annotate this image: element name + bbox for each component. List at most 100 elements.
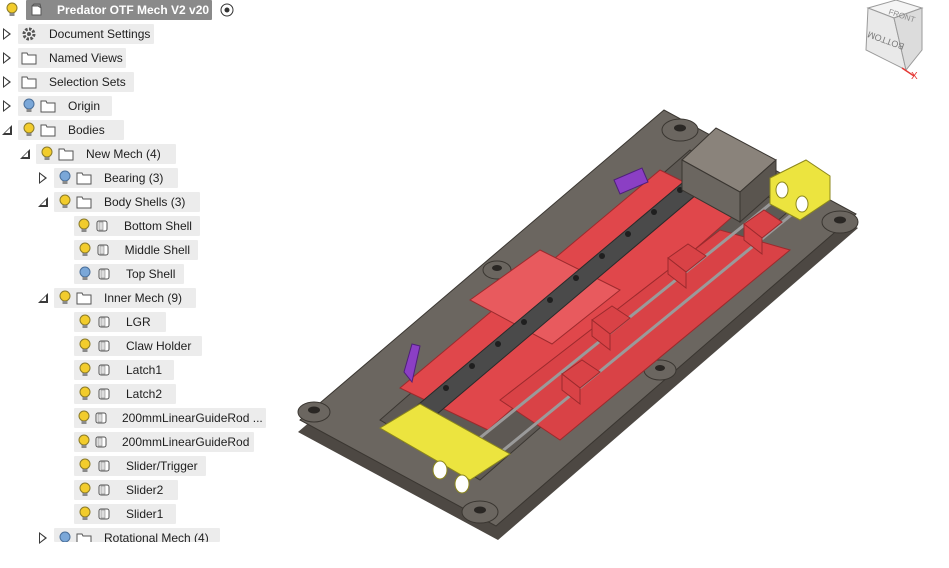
lightbulb-icon[interactable] — [77, 482, 93, 498]
tree-label: Middle Shell — [124, 243, 190, 257]
body-icon — [94, 434, 108, 450]
tree-item-slider2[interactable]: Slider2 — [74, 480, 178, 500]
tree-label: Body Shells (3) — [104, 195, 186, 209]
tree-label: Top Shell — [126, 267, 176, 281]
body-icon — [96, 266, 112, 282]
tree-item-origin[interactable]: Origin — [18, 96, 112, 116]
lightbulb-icon[interactable] — [4, 2, 20, 18]
lightbulb-icon[interactable] — [57, 290, 73, 306]
body-icon — [96, 482, 112, 498]
lightbulb-icon[interactable] — [77, 458, 93, 474]
tree-label: Bodies — [68, 123, 105, 137]
mech-model-render[interactable] — [270, 0, 949, 565]
tree-label: Selection Sets — [49, 75, 126, 89]
lightbulb-icon[interactable] — [21, 122, 37, 138]
document-title: Predator OTF Mech V2 v20 — [57, 3, 210, 17]
folder-icon — [76, 290, 92, 306]
tree-label: Latch1 — [126, 363, 163, 377]
lightbulb-icon[interactable] — [77, 314, 93, 330]
tree-label: 200mmLinearGuideRod ... — [122, 411, 263, 425]
tree-item-bottom-shell[interactable]: Bottom Shell — [74, 216, 200, 236]
folder-icon — [40, 122, 56, 138]
body-icon — [94, 410, 108, 426]
tree-label: Bottom Shell — [123, 219, 192, 233]
tree-item-document-settings[interactable]: Document Settings — [18, 24, 154, 44]
tree-item-slider-trigger[interactable]: Slider/Trigger — [74, 456, 206, 476]
tree-item-named-views[interactable]: Named Views — [18, 48, 126, 68]
document-icon — [29, 2, 43, 18]
tree-label: Slider2 — [126, 483, 164, 497]
expand-arrow[interactable] — [0, 24, 14, 44]
body-icon — [95, 242, 110, 258]
tree-item-bodies[interactable]: Bodies — [18, 120, 124, 140]
tree-item-latch2[interactable]: Latch2 — [74, 384, 176, 404]
body-icon — [96, 362, 112, 378]
tree-item-guide-rod-1[interactable]: 200mmLinearGuideRod ... — [74, 408, 266, 428]
body-icon — [96, 506, 112, 522]
folder-icon — [40, 98, 56, 114]
collapse-arrow[interactable] — [18, 144, 32, 164]
tree-item-inner-mech[interactable]: Inner Mech (9) — [54, 288, 196, 308]
collapse-arrow[interactable] — [0, 120, 14, 140]
collapse-arrow[interactable] — [36, 192, 50, 212]
tree-label: New Mech (4) — [86, 147, 161, 161]
tree-item-latch1[interactable]: Latch1 — [74, 360, 174, 380]
tree-item-slider1[interactable]: Slider1 — [74, 504, 176, 524]
lightbulb-icon[interactable] — [77, 386, 93, 402]
lightbulb-icon[interactable] — [77, 242, 92, 258]
lightbulb-icon[interactable] — [57, 194, 73, 210]
body-icon — [96, 314, 112, 330]
lightbulb-off-icon[interactable] — [21, 98, 37, 114]
tree-item-guide-rod-2[interactable]: 200mmLinearGuideRod — [74, 432, 254, 452]
body-icon — [95, 218, 110, 234]
tree-row-document[interactable] — [4, 0, 20, 20]
tree-item-rotational-mech[interactable]: Rotational Mech (4) — [54, 528, 220, 542]
lightbulb-off-icon[interactable] — [77, 266, 93, 282]
tree-label: Inner Mech (9) — [104, 291, 183, 305]
tree-item-lgr[interactable]: LGR — [74, 312, 166, 332]
x-axis-label: X — [911, 71, 918, 80]
tree-item-bearing[interactable]: Bearing (3) — [54, 168, 178, 188]
view-cube[interactable]: FRONT BOTTOM X — [858, 0, 928, 82]
body-icon — [96, 338, 112, 354]
tree-item-claw-holder[interactable]: Claw Holder — [74, 336, 202, 356]
lightbulb-icon[interactable] — [77, 434, 91, 450]
tree-item-new-mech[interactable]: New Mech (4) — [36, 144, 176, 164]
folder-icon — [76, 531, 92, 542]
folder-icon — [58, 146, 74, 162]
model-viewport[interactable] — [270, 0, 949, 565]
tree-label: Claw Holder — [126, 339, 192, 353]
lightbulb-icon[interactable] — [39, 146, 55, 162]
lightbulb-off-icon[interactable] — [57, 170, 73, 186]
expand-arrow[interactable] — [0, 48, 14, 68]
folder-icon — [76, 194, 92, 210]
tree-label: Origin — [68, 99, 101, 113]
lightbulb-icon[interactable] — [77, 410, 91, 426]
expand-arrow[interactable] — [36, 528, 50, 548]
tree-label: 200mmLinearGuideRod — [122, 435, 250, 449]
document-title-pill[interactable]: Predator OTF Mech V2 v20 — [26, 0, 212, 20]
folder-icon — [21, 74, 37, 90]
tree-label: Document Settings — [49, 27, 151, 41]
collapse-arrow[interactable] — [36, 288, 50, 308]
lightbulb-icon[interactable] — [77, 506, 93, 522]
tree-item-selection-sets[interactable]: Selection Sets — [18, 72, 134, 92]
activate-radio-icon[interactable] — [219, 2, 235, 18]
expand-arrow[interactable] — [36, 168, 50, 188]
tree-label: LGR — [126, 315, 151, 329]
tree-item-body-shells[interactable]: Body Shells (3) — [54, 192, 200, 212]
lightbulb-icon[interactable] — [77, 338, 93, 354]
tree-label: Bearing (3) — [104, 171, 164, 185]
body-icon — [96, 386, 112, 402]
lightbulb-icon[interactable] — [77, 362, 93, 378]
tree-item-top-shell[interactable]: Top Shell — [74, 264, 184, 284]
lightbulb-off-icon[interactable] — [57, 531, 73, 542]
expand-arrow[interactable] — [0, 72, 14, 92]
tree-label: Slider/Trigger — [126, 459, 198, 473]
lightbulb-icon[interactable] — [77, 218, 92, 234]
expand-arrow[interactable] — [0, 96, 14, 116]
folder-icon — [21, 50, 37, 66]
tree-label: Named Views — [49, 51, 123, 65]
tree-item-middle-shell[interactable]: Middle Shell — [74, 240, 198, 260]
gear-icon — [21, 26, 37, 42]
